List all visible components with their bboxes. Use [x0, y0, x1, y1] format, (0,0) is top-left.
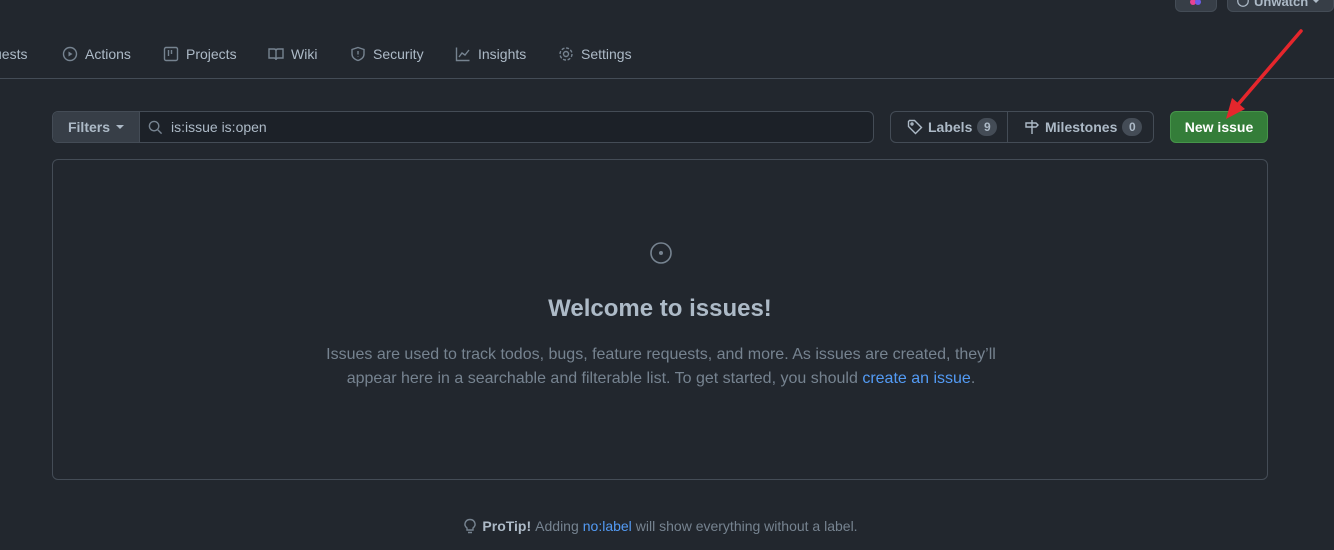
tab-insights[interactable]: Insights: [455, 44, 526, 64]
shield-icon: [351, 46, 365, 62]
tag-icon: [907, 119, 923, 135]
issues-page: Unwatch uests Actions Projects Wiki Secu…: [0, 0, 1334, 550]
blankslate-title: Welcome to issues!: [548, 295, 772, 322]
milestones-counter: 0: [1122, 118, 1143, 136]
new-issue-button[interactable]: New issue: [1170, 111, 1268, 143]
filters-label: Filters: [67, 119, 110, 135]
play-icon: [62, 46, 78, 62]
protip-post: will show everything without a label.: [635, 518, 858, 534]
milestones-button[interactable]: Milestones 0: [1008, 112, 1153, 142]
filter-search-group: Filters: [52, 111, 874, 143]
graph-icon: [455, 47, 470, 62]
eye-icon: [1237, 0, 1249, 7]
tab-label: Settings: [581, 46, 632, 62]
tab-label: Projects: [186, 46, 237, 62]
light-bulb-icon: [464, 518, 477, 534]
protip-pre: Adding: [535, 518, 579, 534]
app-logo-icon: [1190, 0, 1201, 5]
gear-icon: [559, 47, 573, 61]
tab-label: Actions: [85, 46, 131, 62]
tab-label: uests: [0, 46, 28, 62]
search-wrapper: [140, 112, 873, 142]
tab-label: Wiki: [291, 46, 318, 62]
issues-search-input[interactable]: [171, 119, 873, 135]
tab-projects[interactable]: Projects: [163, 44, 237, 64]
create-issue-link[interactable]: create an issue: [862, 370, 971, 387]
blankslate-description: Issues are used to track todos, bugs, fe…: [313, 343, 1009, 391]
filters-button[interactable]: Filters: [53, 112, 140, 142]
milestone-icon: [1025, 120, 1039, 134]
chevron-down-icon: [116, 125, 124, 129]
description-trailing: .: [970, 370, 976, 387]
tab-settings[interactable]: Settings: [558, 44, 632, 64]
unwatch-button[interactable]: Unwatch: [1227, 0, 1334, 12]
tab-pull-requests[interactable]: uests: [0, 44, 27, 64]
new-issue-label: New issue: [1184, 119, 1254, 135]
no-label-link[interactable]: no:label: [583, 518, 632, 534]
tab-wiki[interactable]: Wiki: [268, 44, 317, 64]
book-icon: [268, 48, 284, 61]
issue-opened-icon: [650, 242, 672, 264]
repo-nav: uests Actions Projects Wiki Security Ins…: [0, 30, 1334, 79]
issues-blankslate: Welcome to issues! Issues are used to tr…: [52, 159, 1268, 480]
app-badge-button[interactable]: [1175, 0, 1217, 12]
tab-actions[interactable]: Actions: [62, 44, 131, 64]
table-icon: [163, 46, 179, 62]
labels-counter: 9: [977, 118, 998, 136]
labels-milestones-group: Labels 9 Milestones 0: [890, 111, 1154, 143]
protip: ProTip! Adding no:label will show everyt…: [0, 518, 1320, 534]
tab-label: Security: [373, 46, 424, 62]
labels-label: Labels: [928, 119, 973, 135]
milestones-label: Milestones: [1045, 119, 1118, 135]
tab-label: Insights: [478, 46, 527, 62]
chevron-down-icon: [1312, 0, 1321, 3]
tab-security[interactable]: Security: [350, 44, 424, 64]
protip-title: ProTip!: [482, 518, 532, 534]
labels-button[interactable]: Labels 9: [891, 112, 1008, 142]
unwatch-label: Unwatch: [1254, 0, 1309, 9]
search-icon: [148, 120, 163, 134]
